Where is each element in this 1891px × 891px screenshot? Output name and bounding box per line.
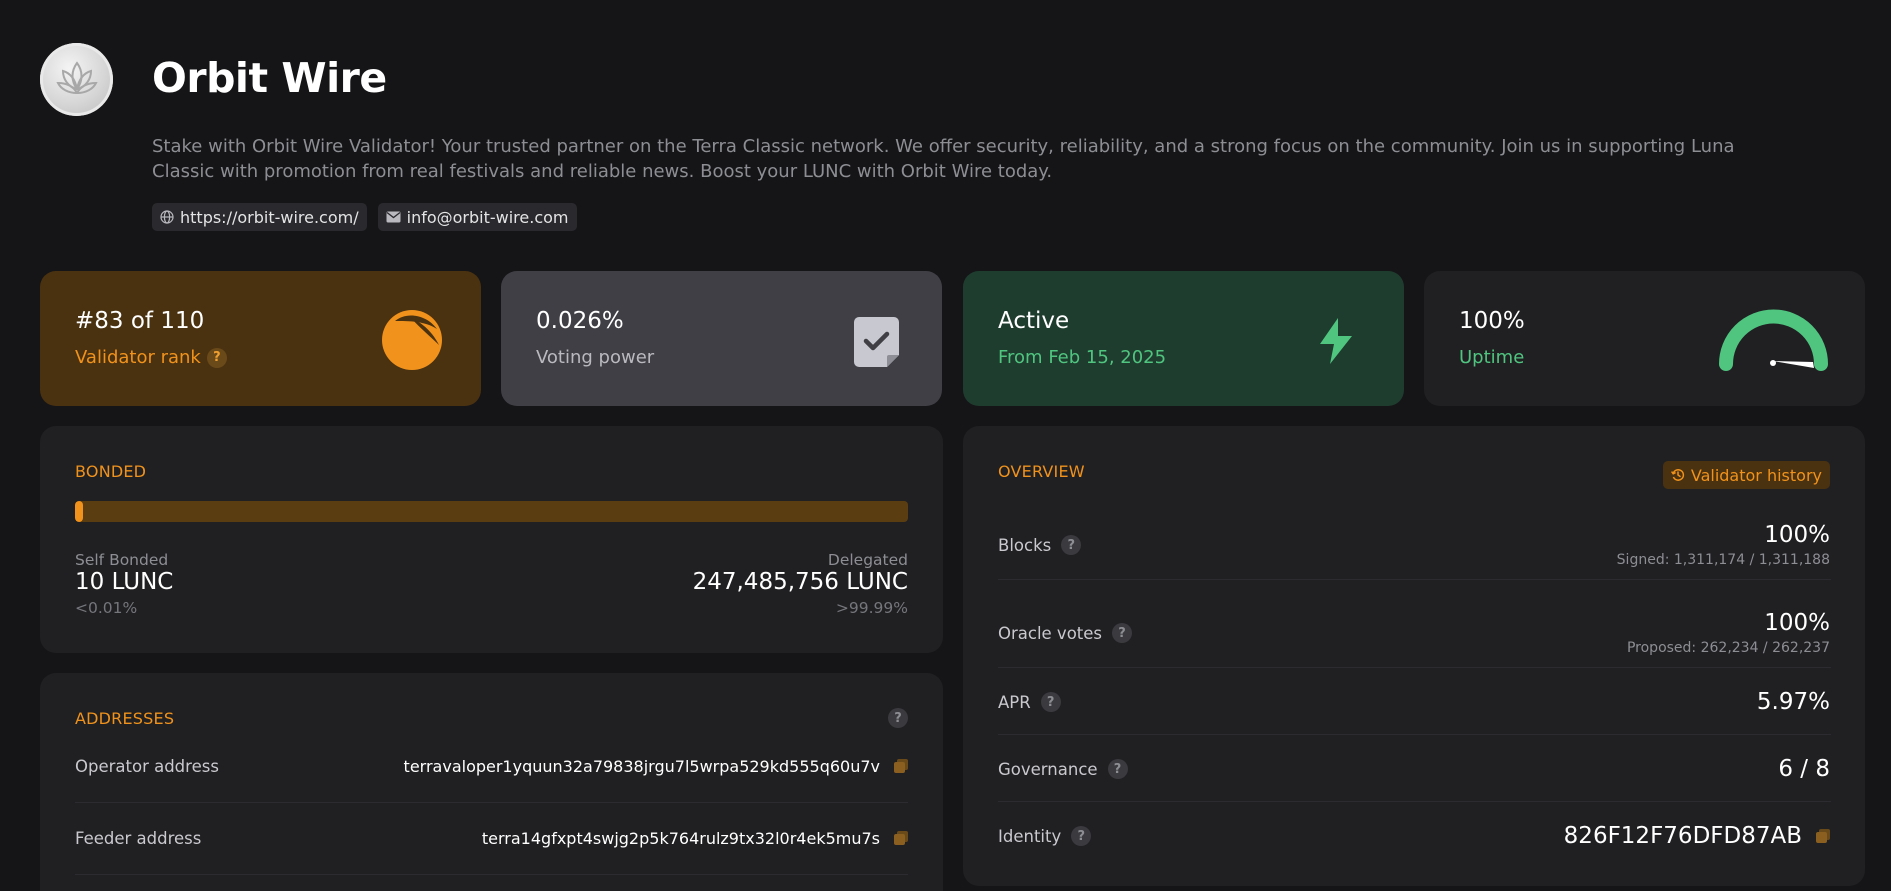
lightning-icon [1320, 318, 1352, 364]
operator-address-label: Operator address [75, 756, 219, 776]
blocks-label-group: Blocks ? [998, 535, 1082, 555]
delegated-label: Delegated [827, 551, 908, 569]
governance-value: 6 / 8 [1778, 756, 1830, 782]
contact-links: https://orbit-wire.com/ info@orbit-wire.… [152, 203, 577, 231]
oracle-votes-value-group: 100% Proposed: 262,234 / 262,237 [1627, 610, 1830, 656]
validator-avatar [40, 43, 113, 116]
oracle-votes-label-group: Oracle votes ? [998, 623, 1133, 643]
row-divider [998, 667, 1831, 668]
copy-icon[interactable] [1816, 829, 1830, 843]
operator-address-value-group: terravaloper1yquun32a79838jrgu7l5wrpa529… [404, 757, 908, 776]
help-icon[interactable]: ? [1071, 826, 1092, 846]
row-divider [75, 874, 908, 875]
email-link[interactable]: info@orbit-wire.com [377, 203, 577, 231]
row-divider [998, 734, 1831, 735]
overview-row-oracle-votes: Oracle votes ? 100% Proposed: 262,234 / … [998, 600, 1830, 666]
feeder-address-row: Feeder address terra14gfxpt4swjg2p5k764r… [75, 802, 908, 874]
identity-value: 826F12F76DFD87AB [1563, 823, 1802, 849]
bonded-panel: BONDED Self Bonded 10 LUNC <0.01% Delega… [40, 426, 943, 653]
blocks-label: Blocks [998, 535, 1052, 555]
overview-row-blocks: Blocks ? 100% Signed: 1,311,174 / 1,311,… [998, 512, 1830, 578]
voting-power-card: 0.026% Voting power [501, 271, 942, 406]
feeder-address-value-group: terra14gfxpt4swjg2p5k764rulz9tx32l0r4ek5… [482, 829, 908, 848]
bonded-ratio-bar [75, 501, 908, 522]
delegated-percent: >99.99% [835, 599, 908, 617]
self-bonded-fill [75, 501, 83, 522]
globe-icon [160, 210, 174, 224]
validator-description: Stake with Orbit Wire Validator! Your tr… [152, 136, 1735, 182]
addresses-title: ADDRESSES [75, 709, 175, 728]
status-value: Active [998, 308, 1070, 334]
validator-history-button[interactable]: Validator history [1662, 461, 1830, 489]
help-icon[interactable]: ? [1040, 692, 1061, 712]
overview-row-identity: Identity ? 826F12F76DFD87AB [998, 816, 1830, 856]
rank-label-row: Validator rank ? [75, 347, 227, 368]
help-icon[interactable]: ? [1107, 759, 1128, 779]
luna-icon [382, 310, 442, 370]
history-icon [1670, 469, 1684, 481]
website-url: https://orbit-wire.com/ [180, 207, 359, 227]
governance-label-group: Governance ? [998, 759, 1128, 779]
oracle-votes-proposed: Proposed: 262,234 / 262,237 [1626, 640, 1830, 656]
operator-address-row: Operator address terravaloper1yquun32a79… [75, 730, 908, 802]
feeder-address-label: Feeder address [75, 828, 202, 848]
overview-title: OVERVIEW [998, 462, 1085, 481]
help-icon[interactable]: ? [1112, 623, 1133, 643]
status-card: Active From Feb 15, 2025 [963, 271, 1404, 406]
apr-label-group: APR ? [998, 692, 1061, 712]
copy-icon[interactable] [894, 831, 908, 845]
addresses-panel: ADDRESSES ? Operator address terravalope… [40, 673, 943, 891]
validator-history-label: Validator history [1690, 465, 1822, 485]
blocks-signed: Signed: 1,311,174 / 1,311,188 [1616, 552, 1830, 568]
identity-label-group: Identity ? [998, 826, 1092, 846]
help-icon[interactable]: ? [888, 708, 908, 728]
uptime-card: 100% Uptime [1424, 271, 1865, 406]
governance-label: Governance [998, 759, 1098, 779]
blocks-value: 100% [1764, 522, 1830, 548]
oracle-votes-label: Oracle votes [998, 623, 1103, 643]
self-bonded-label: Self Bonded [75, 551, 169, 569]
email-address: info@orbit-wire.com [406, 207, 569, 227]
uptime-label: Uptime [1459, 347, 1525, 368]
oracle-votes-value: 100% [1764, 610, 1830, 636]
lotus-icon [55, 60, 98, 94]
overview-row-governance: Governance ? 6 / 8 [998, 749, 1830, 789]
identity-value-group: 826F12F76DFD87AB [1564, 823, 1830, 849]
uptime-gauge-icon [1719, 309, 1828, 371]
ballot-check-icon [854, 317, 899, 367]
rank-label: Validator rank [75, 347, 201, 368]
apr-value: 5.97% [1756, 689, 1830, 715]
help-icon[interactable]: ? [206, 347, 227, 368]
voting-power-label: Voting power [536, 347, 655, 368]
help-icon[interactable]: ? [1061, 535, 1082, 555]
operator-address-value: terravaloper1yquun32a79838jrgu7l5wrpa529… [403, 756, 880, 776]
uptime-value: 100% [1459, 308, 1525, 334]
identity-label: Identity [998, 826, 1062, 846]
bonded-title: BONDED [75, 462, 147, 481]
self-bonded-percent: <0.01% [75, 599, 138, 617]
rank-card: #83 of 110 Validator rank ? [40, 271, 481, 406]
delegated-value: 247,485,756 LUNC [692, 569, 908, 595]
copy-icon[interactable] [894, 759, 908, 773]
apr-label: APR [998, 692, 1031, 712]
overview-panel: OVERVIEW Validator history Blocks ? 100%… [963, 426, 1865, 886]
validator-name: Orbit Wire [152, 54, 387, 102]
rank-value: #83 of 110 [75, 308, 205, 334]
status-since: From Feb 15, 2025 [998, 347, 1167, 368]
blocks-value-group: 100% Signed: 1,311,174 / 1,311,188 [1617, 522, 1830, 568]
self-bonded-value: 10 LUNC [75, 569, 174, 595]
overview-row-apr: APR ? 5.97% [998, 682, 1830, 722]
voting-power-value: 0.026% [536, 308, 624, 334]
mail-icon [386, 211, 401, 223]
row-divider [998, 801, 1831, 802]
website-link[interactable]: https://orbit-wire.com/ [152, 203, 367, 231]
row-divider [998, 579, 1831, 580]
feeder-address-value: terra14gfxpt4swjg2p5k764rulz9tx32l0r4ek5… [481, 828, 880, 848]
